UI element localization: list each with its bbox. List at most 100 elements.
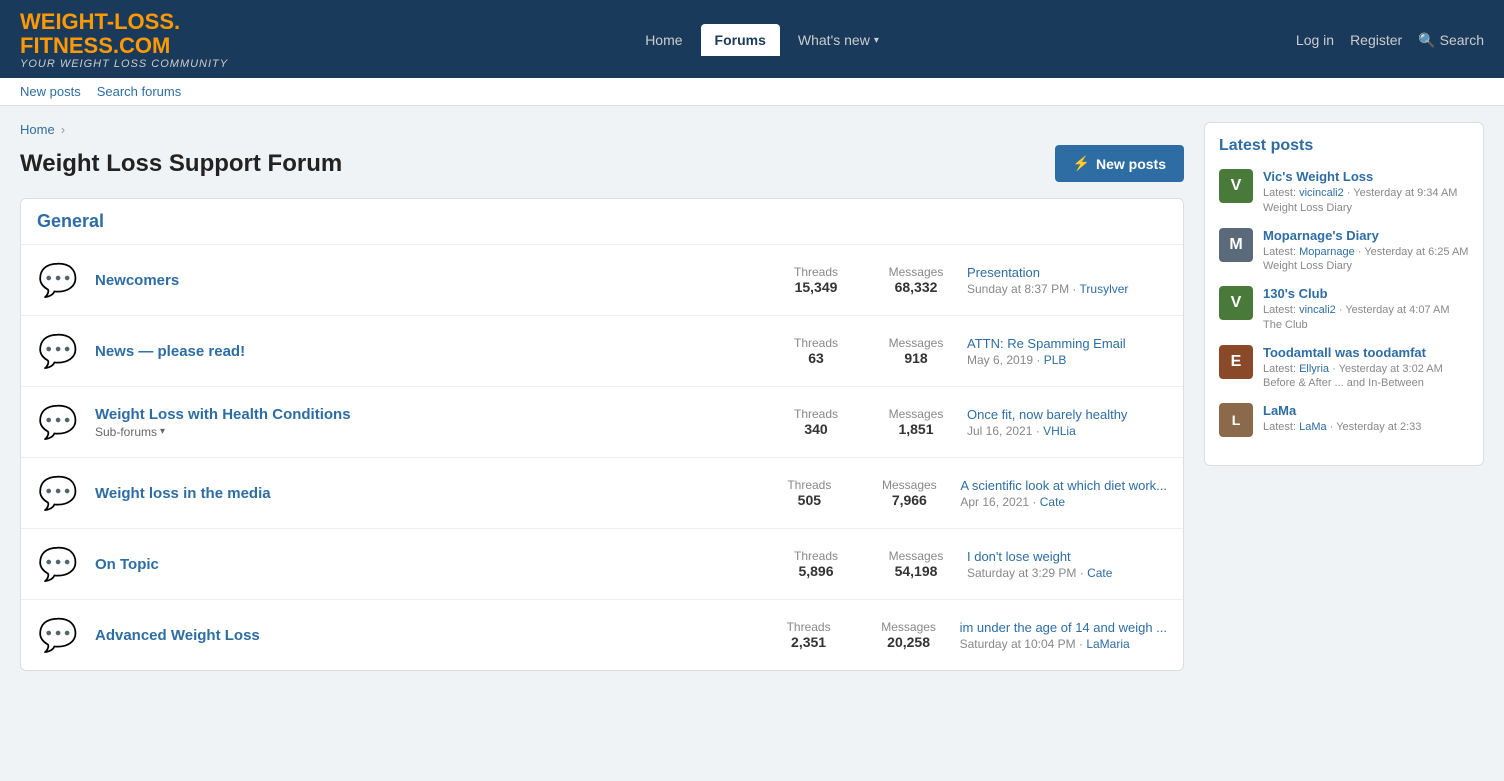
search-forums-link[interactable]: Search forums bbox=[97, 84, 182, 99]
register-link[interactable]: Register bbox=[1350, 32, 1402, 48]
nav-whats-new[interactable]: What's new ▾ bbox=[784, 24, 893, 56]
dropdown-chevron-icon: ▾ bbox=[874, 35, 879, 46]
forum-icon-newcomers: 💬 bbox=[37, 259, 79, 301]
avatar-moparnage: M bbox=[1219, 228, 1253, 262]
forum-name-media[interactable]: Weight loss in the media bbox=[95, 485, 271, 502]
list-item: L LaMa Latest: LaMa · Yesterday at 2:33 bbox=[1219, 403, 1469, 437]
forum-name-newcomers[interactable]: Newcomers bbox=[95, 272, 179, 289]
subforums-toggle-health[interactable]: Sub-forums ▾ bbox=[95, 425, 765, 439]
chat-bubble-gray-icon: 💬 bbox=[38, 332, 78, 370]
forum-icon-news: 💬 bbox=[37, 330, 79, 372]
lp-thread-moparnage[interactable]: Moparnage's Diary bbox=[1263, 228, 1469, 243]
lp-thread-vics[interactable]: Vic's Weight Loss bbox=[1263, 169, 1469, 184]
latest-user-health[interactable]: VHLia bbox=[1043, 424, 1076, 438]
lp-meta-vics: Latest: vicincali2 · Yesterday at 9:34 A… bbox=[1263, 186, 1469, 201]
main-wrapper: Home › Weight Loss Support Forum ⚡ New p… bbox=[0, 106, 1504, 703]
login-link[interactable]: Log in bbox=[1296, 32, 1334, 48]
page-title-row: Weight Loss Support Forum ⚡ New posts bbox=[20, 145, 1184, 182]
site-logo[interactable]: WEIGHT-LOSS.FITNESS.com bbox=[20, 10, 228, 58]
list-item: V Vic's Weight Loss Latest: vicincali2 ·… bbox=[1219, 169, 1469, 213]
nav-home[interactable]: Home bbox=[631, 24, 696, 56]
content-left: Home › Weight Loss Support Forum ⚡ New p… bbox=[20, 122, 1184, 687]
forum-row-newcomers: 💬 Newcomers Threads 15,349 Messages 68,3… bbox=[21, 245, 1183, 316]
latest-title-ontopic[interactable]: I don't lose weight bbox=[967, 549, 1167, 564]
latest-title-advanced[interactable]: im under the age of 14 and weigh ... bbox=[960, 620, 1167, 635]
avatar-vics: V bbox=[1219, 169, 1253, 203]
forum-stats-advanced: Threads 2,351 Messages 20,258 bbox=[774, 620, 944, 650]
forum-info-health: Weight Loss with Health Conditions Sub-f… bbox=[95, 406, 765, 439]
chat-bubble-orange3-icon: 💬 bbox=[38, 545, 78, 583]
search-link[interactable]: 🔍 Search bbox=[1418, 32, 1484, 49]
forum-name-advanced[interactable]: Advanced Weight Loss bbox=[95, 627, 260, 644]
forum-name-news[interactable]: News — please read! bbox=[95, 343, 245, 360]
breadcrumb-home[interactable]: Home bbox=[20, 122, 55, 137]
forum-latest-health: Once fit, now barely healthy Jul 16, 202… bbox=[967, 407, 1167, 438]
lp-category-vics: Weight Loss Diary bbox=[1263, 202, 1469, 214]
latest-user-advanced[interactable]: LaMaria bbox=[1086, 637, 1129, 651]
forum-icon-ontopic: 💬 bbox=[37, 543, 79, 585]
lp-thread-130s[interactable]: 130's Club bbox=[1263, 286, 1469, 301]
latest-meta-health: Jul 16, 2021 · VHLia bbox=[967, 424, 1167, 438]
forum-name-ontopic[interactable]: On Topic bbox=[95, 556, 159, 573]
stat-messages-ontopic: Messages 54,198 bbox=[881, 549, 951, 579]
forum-icon-health: 💬 bbox=[37, 401, 79, 443]
forum-info-media: Weight loss in the media bbox=[95, 485, 758, 502]
forum-name-health[interactable]: Weight Loss with Health Conditions bbox=[95, 406, 351, 423]
latest-posts-panel: Latest posts V Vic's Weight Loss Latest:… bbox=[1204, 122, 1484, 466]
general-section: General 💬 Newcomers Threads 15,349 Messa… bbox=[20, 198, 1184, 671]
stat-messages-media: Messages 7,966 bbox=[874, 478, 944, 508]
main-nav: Home Forums What's new ▾ bbox=[631, 24, 893, 56]
stat-threads-media: Threads 505 bbox=[774, 478, 844, 508]
list-item: V 130's Club Latest: vincali2 · Yesterda… bbox=[1219, 286, 1469, 330]
forum-row-ontopic: 💬 On Topic Threads 5,896 Messages 54,198 bbox=[21, 529, 1183, 600]
stat-messages-news: Messages 918 bbox=[881, 336, 951, 366]
forum-icon-advanced: 💬 bbox=[37, 614, 79, 656]
lp-content-toodamtall: Toodamtall was toodamfat Latest: Ellyria… bbox=[1263, 345, 1469, 389]
lp-meta-toodamtall: Latest: Ellyria · Yesterday at 3:02 AM bbox=[1263, 362, 1469, 377]
latest-title-health[interactable]: Once fit, now barely healthy bbox=[967, 407, 1167, 422]
lightning-icon: ⚡ bbox=[1073, 155, 1090, 172]
latest-title-media[interactable]: A scientific look at which diet work... bbox=[960, 478, 1167, 493]
new-posts-button[interactable]: ⚡ New posts bbox=[1055, 145, 1184, 182]
subforum-chevron-icon: ▾ bbox=[160, 426, 165, 437]
lp-user-vics[interactable]: vicincali2 bbox=[1299, 187, 1344, 199]
chat-bubble-icon: 💬 bbox=[38, 261, 78, 299]
forum-stats-health: Threads 340 Messages 1,851 bbox=[781, 407, 951, 437]
forum-latest-advanced: im under the age of 14 and weigh ... Sat… bbox=[960, 620, 1167, 651]
stat-threads-newcomers: Threads 15,349 bbox=[781, 265, 851, 295]
lp-user-toodamtall[interactable]: Ellyria bbox=[1299, 363, 1329, 375]
chat-bubble-gray2-icon: 💬 bbox=[38, 474, 78, 512]
stat-messages-newcomers: Messages 68,332 bbox=[881, 265, 951, 295]
forum-stats-newcomers: Threads 15,349 Messages 68,332 bbox=[781, 265, 951, 295]
section-header-general: General bbox=[21, 199, 1183, 245]
lp-user-lama[interactable]: LaMa bbox=[1299, 421, 1327, 433]
lp-user-130s[interactable]: vincali2 bbox=[1299, 304, 1336, 316]
latest-user-ontopic[interactable]: Cate bbox=[1087, 566, 1112, 580]
new-posts-link[interactable]: New posts bbox=[20, 84, 81, 99]
latest-user-news[interactable]: PLB bbox=[1044, 353, 1067, 367]
nav-forums[interactable]: Forums bbox=[701, 24, 780, 56]
latest-meta-ontopic: Saturday at 3:29 PM · Cate bbox=[967, 566, 1167, 580]
latest-title-news[interactable]: ATTN: Re Spamming Email bbox=[967, 336, 1167, 351]
latest-meta-news: May 6, 2019 · PLB bbox=[967, 353, 1167, 367]
forum-stats-ontopic: Threads 5,896 Messages 54,198 bbox=[781, 549, 951, 579]
lp-thread-toodamtall[interactable]: Toodamtall was toodamfat bbox=[1263, 345, 1469, 360]
search-icon: 🔍 bbox=[1418, 32, 1435, 49]
lp-thread-lama[interactable]: LaMa bbox=[1263, 403, 1469, 418]
lp-user-moparnage[interactable]: Moparnage bbox=[1299, 246, 1355, 258]
avatar-lama: L bbox=[1219, 403, 1253, 437]
forum-row-advanced: 💬 Advanced Weight Loss Threads 2,351 Mes… bbox=[21, 600, 1183, 670]
logo-area: WEIGHT-LOSS.FITNESS.com Your Weight Loss… bbox=[20, 10, 228, 70]
latest-title-newcomers[interactable]: Presentation bbox=[967, 265, 1167, 280]
lp-meta-lama: Latest: LaMa · Yesterday at 2:33 bbox=[1263, 420, 1469, 435]
forum-stats-news: Threads 63 Messages 918 bbox=[781, 336, 951, 366]
forum-row-health: 💬 Weight Loss with Health Conditions Sub… bbox=[21, 387, 1183, 458]
latest-user-media[interactable]: Cate bbox=[1040, 495, 1065, 509]
breadcrumb: Home › bbox=[20, 122, 1184, 137]
forum-latest-news: ATTN: Re Spamming Email May 6, 2019 · PL… bbox=[967, 336, 1167, 367]
logo-tagline: Your Weight Loss Community bbox=[20, 58, 228, 70]
forum-row-news: 💬 News — please read! Threads 63 Message… bbox=[21, 316, 1183, 387]
page-title: Weight Loss Support Forum bbox=[20, 150, 342, 178]
sub-nav-bar: New posts Search forums bbox=[0, 78, 1504, 106]
latest-user-newcomers[interactable]: Trusylver bbox=[1080, 282, 1129, 296]
